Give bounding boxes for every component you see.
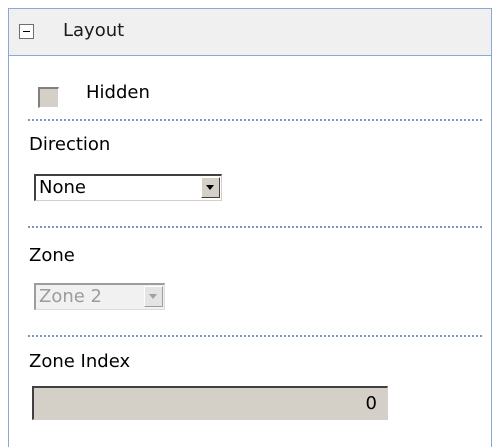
zone-label: Zone [29,245,75,266]
zone-index-field[interactable]: 0 [32,386,388,420]
divider [28,335,482,337]
zone-index-label: Zone Index [29,351,131,372]
direction-select-value: None [39,177,86,198]
section-header[interactable]: Layout [9,9,491,56]
direction-label: Direction [29,134,111,155]
zone-select-value: Zone 2 [39,286,102,307]
direction-select[interactable]: None [34,174,222,201]
hidden-label: Hidden [86,82,150,103]
chevron-down-icon[interactable] [201,177,220,198]
divider [28,119,482,121]
section-title: Layout [63,20,125,41]
zone-select[interactable]: Zone 2 [34,283,165,310]
collapse-minus-icon[interactable] [19,24,34,39]
divider [28,226,482,228]
hidden-checkbox[interactable] [38,87,59,108]
chevron-down-icon[interactable] [144,286,163,307]
